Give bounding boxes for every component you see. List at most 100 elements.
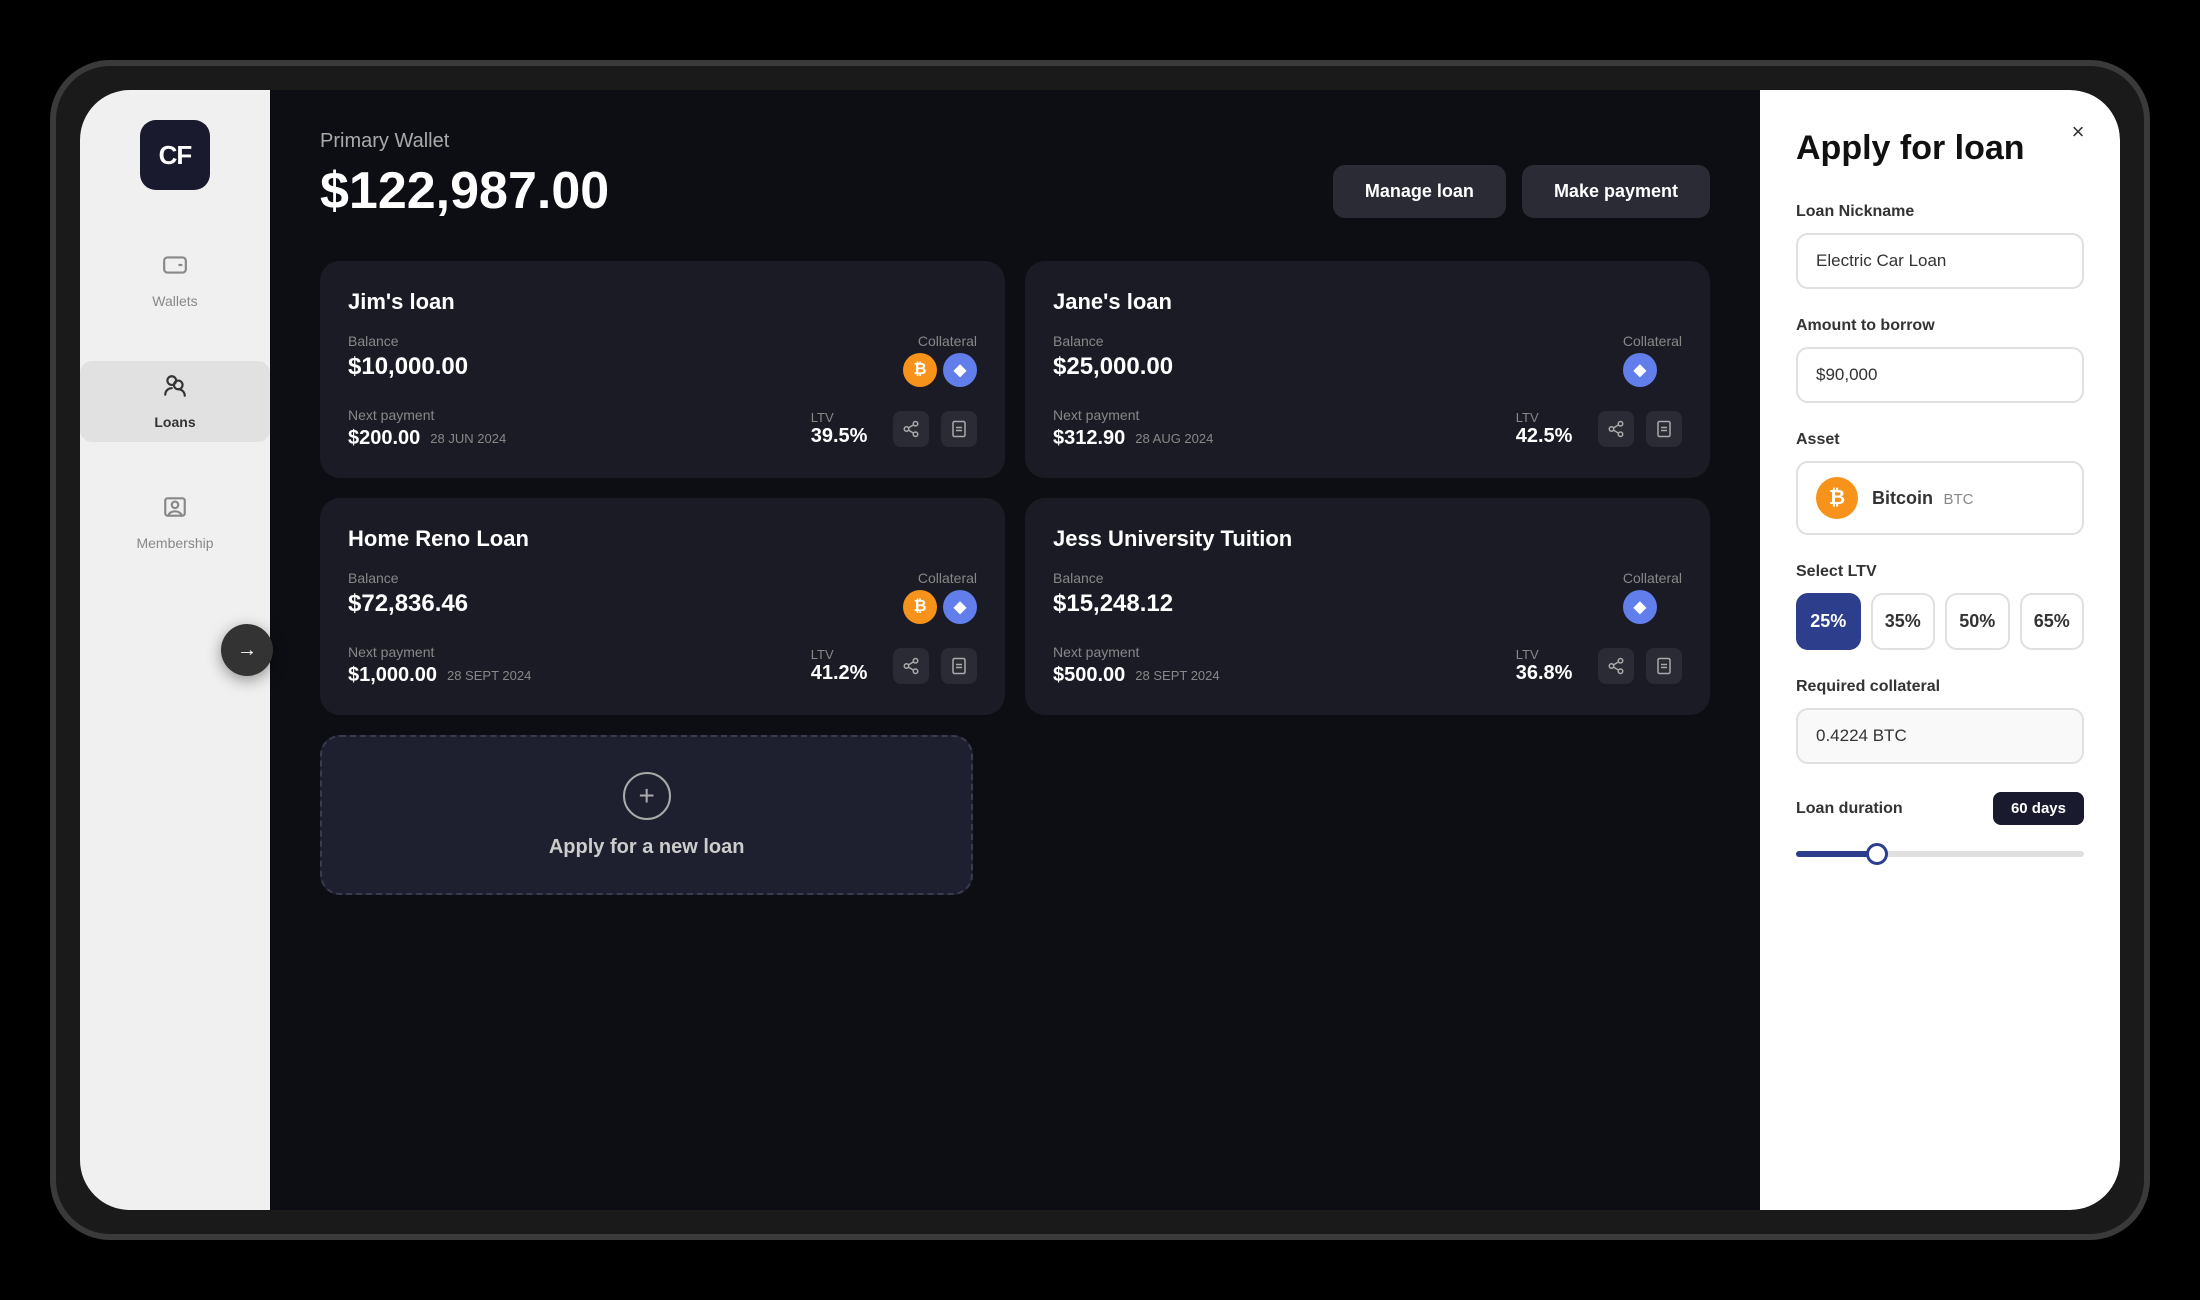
panel-title: Apply for loan	[1796, 130, 2084, 167]
amount-group: Amount to borrow	[1796, 317, 2084, 403]
ltv-jess: LTV 36.8%	[1516, 647, 1578, 685]
document-icon-homereno[interactable]	[941, 648, 977, 684]
required-collateral-label: Required collateral	[1796, 678, 2084, 696]
share-icon-homereno[interactable]	[893, 648, 929, 684]
ltv-option-50[interactable]: 50%	[1945, 593, 2010, 650]
document-icon-jess[interactable]	[1646, 648, 1682, 684]
app-logo: CF	[140, 120, 210, 190]
asset-name: Bitcoin	[1872, 488, 1933, 508]
share-icon-jess[interactable]	[1598, 648, 1634, 684]
close-panel-button[interactable]: ×	[2060, 114, 2096, 150]
new-loan-card[interactable]: + Apply for a new loan	[320, 735, 973, 895]
document-icon[interactable]	[941, 411, 977, 447]
ltv-group: Select LTV 25% 35% 50% 65%	[1796, 563, 2084, 650]
loan-footer-jims: Next payment $200.00 28 JUN 2024 LTV 39.…	[348, 407, 977, 450]
membership-icon	[162, 494, 188, 527]
wallet-label: Primary Wallet	[320, 130, 1710, 153]
slider-thumb[interactable]	[1866, 843, 1888, 865]
ltv-option-25[interactable]: 25%	[1796, 593, 1861, 650]
btc-icon-homereno: ₿	[903, 590, 937, 624]
card-actions-jims	[893, 411, 977, 447]
make-payment-button[interactable]: Make payment	[1522, 165, 1710, 218]
loan-footer-janes: Next payment $312.90 28 AUG 2024 LTV 42.…	[1053, 407, 1682, 450]
main-content: Primary Wallet $122,987.00 Manage loan M…	[270, 90, 1760, 1210]
loans-icon	[162, 373, 188, 406]
ltv-options: 25% 35% 50% 65%	[1796, 593, 2084, 650]
loan-card-jims[interactable]: Jim's loan Balance $10,000.00 Collateral…	[320, 261, 1005, 478]
sidebar-item-wallets[interactable]: Wallets	[80, 240, 270, 321]
card-actions-janes	[1598, 411, 1682, 447]
loan-row-balance-janes: Balance $25,000.00 Collateral ◆	[1053, 333, 1682, 387]
amount-input[interactable]	[1796, 347, 2084, 403]
share-icon[interactable]	[893, 411, 929, 447]
expand-arrow-icon: →	[237, 639, 257, 662]
expand-sidebar-button[interactable]: →	[221, 624, 273, 676]
amount-label: Amount to borrow	[1796, 317, 2084, 335]
loan-card-homereno[interactable]: Home Reno Loan Balance $72,836.46 Collat…	[320, 498, 1005, 715]
logo-text: CF	[159, 140, 192, 171]
asset-symbol: BTC	[1943, 491, 1973, 508]
btc-icon: ₿	[903, 353, 937, 387]
membership-label: Membership	[136, 535, 213, 551]
loan-nickname-input[interactable]	[1796, 233, 2084, 289]
duration-label: Loan duration	[1796, 800, 1903, 818]
loan-footer-homereno: Next payment $1,000.00 28 SEPT 2024 LTV …	[348, 644, 977, 687]
loan-title-homereno: Home Reno Loan	[348, 526, 977, 552]
document-icon-janes[interactable]	[1646, 411, 1682, 447]
loan-card-jess[interactable]: Jess University Tuition Balance $15,248.…	[1025, 498, 1710, 715]
apply-loan-panel: × Apply for loan Loan Nickname Amount to…	[1760, 90, 2120, 1210]
wallet-balance-row: $122,987.00 Manage loan Make payment	[320, 161, 1710, 221]
manage-loan-button[interactable]: Manage loan	[1333, 165, 1506, 218]
eth-icon-jess: ◆	[1623, 590, 1657, 624]
wallet-actions: Manage loan Make payment	[1333, 165, 1710, 218]
loan-nickname-group: Loan Nickname	[1796, 203, 2084, 289]
asset-label: Asset	[1796, 431, 2084, 449]
collateral-icons-homereno: ₿ ◆	[903, 590, 977, 624]
card-actions-homereno	[893, 648, 977, 684]
loan-title-jims: Jim's loan	[348, 289, 977, 315]
wallet-header: Primary Wallet $122,987.00 Manage loan M…	[320, 130, 1710, 221]
loan-row-balance-jess: Balance $15,248.12 Collateral ◆	[1053, 570, 1682, 624]
payment-info-jims: Next payment $200.00 28 JUN 2024	[348, 407, 506, 450]
add-loan-icon: +	[623, 772, 671, 820]
sidebar-item-loans[interactable]: Loans	[80, 361, 270, 442]
ltv-select-label: Select LTV	[1796, 563, 2084, 581]
eth-icon-janes: ◆	[1623, 353, 1657, 387]
duration-group: Loan duration 60 days	[1796, 792, 2084, 867]
loans-grid: Jim's loan Balance $10,000.00 Collateral…	[320, 261, 1710, 715]
loan-row-balance-jims: Balance $10,000.00 Collateral ₿ ◆	[348, 333, 977, 387]
duration-header: Loan duration 60 days	[1796, 792, 2084, 825]
sidebar-item-membership[interactable]: Membership	[80, 482, 270, 563]
tablet-screen: CF Wallets	[80, 90, 2120, 1210]
collateral-icons-janes: ◆	[1623, 353, 1682, 387]
wallets-label: Wallets	[152, 293, 197, 309]
share-icon-janes[interactable]	[1598, 411, 1634, 447]
duration-slider-container	[1796, 841, 2084, 867]
collateral-group: Required collateral	[1796, 678, 2084, 764]
new-loan-section: + Apply for a new loan	[320, 735, 1710, 895]
sidebar-nav: Wallets Loans	[80, 240, 270, 1180]
loans-label: Loans	[154, 414, 195, 430]
loan-nickname-label: Loan Nickname	[1796, 203, 2084, 221]
loan-footer-jess: Next payment $500.00 28 SEPT 2024 LTV 36…	[1053, 644, 1682, 687]
collateral-input[interactable]	[1796, 708, 2084, 764]
ltv-option-35[interactable]: 35%	[1871, 593, 1936, 650]
loan-title-janes: Jane's loan	[1053, 289, 1682, 315]
duration-badge: 60 days	[1993, 792, 2084, 825]
eth-icon-homereno: ◆	[943, 590, 977, 624]
ltv-option-65[interactable]: 65%	[2020, 593, 2085, 650]
new-loan-label: Apply for a new loan	[549, 836, 745, 859]
ltv-homereno: LTV 41.2%	[811, 647, 873, 685]
ltv-jims: LTV 39.5%	[811, 410, 873, 448]
collateral-icons-jess: ◆	[1623, 590, 1682, 624]
loan-row-balance-homereno: Balance $72,836.46 Collateral ₿ ◆	[348, 570, 977, 624]
asset-selector[interactable]: ₿ Bitcoin BTC	[1796, 461, 2084, 535]
card-actions-jess	[1598, 648, 1682, 684]
loan-title-jess: Jess University Tuition	[1053, 526, 1682, 552]
eth-icon: ◆	[943, 353, 977, 387]
asset-btc-icon: ₿	[1816, 477, 1858, 519]
collateral-icons-jims: ₿ ◆	[903, 353, 977, 387]
ltv-janes: LTV 42.5%	[1516, 410, 1578, 448]
loan-card-janes[interactable]: Jane's loan Balance $25,000.00 Collatera…	[1025, 261, 1710, 478]
tablet-frame: CF Wallets	[50, 60, 2150, 1240]
